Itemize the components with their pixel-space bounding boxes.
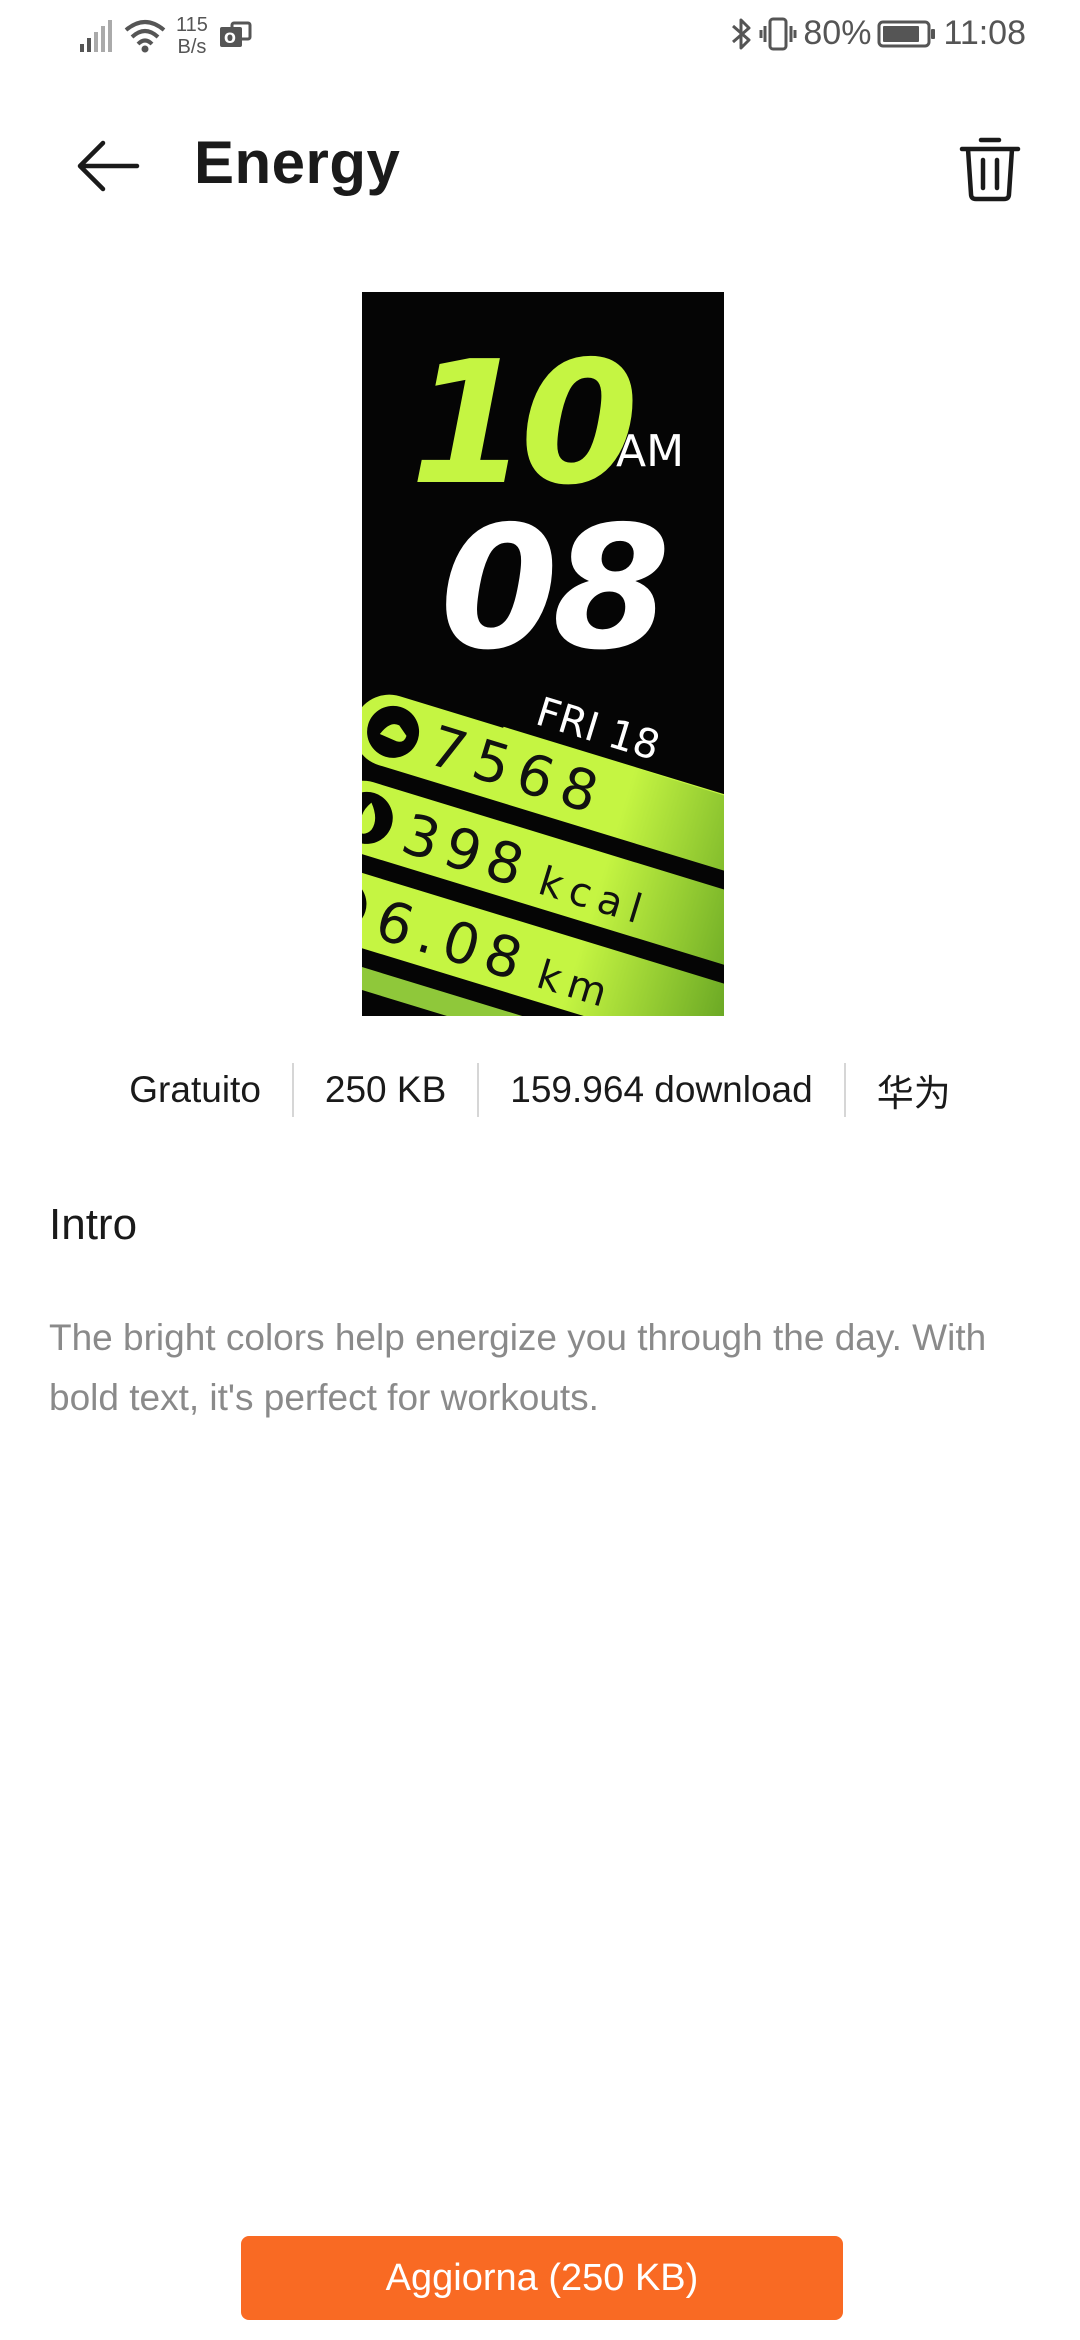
author-label: 华为 (876, 1073, 951, 1114)
arrow-left-icon (77, 140, 140, 192)
battery-percent: 80% (803, 14, 872, 52)
notification-app-icon: O (219, 21, 252, 47)
watch-ampm: AM (616, 426, 684, 477)
wifi-icon (124, 20, 166, 53)
network-speed-unit: B/s (177, 36, 207, 58)
page-title: Energy (194, 129, 401, 196)
update-button[interactable]: Aggiorna (250 KB) (241, 2236, 843, 2320)
intro-text: The bright colors help energize you thro… (49, 1317, 987, 1418)
watch-minute: 08 (440, 490, 665, 688)
vibrate-icon (759, 17, 797, 50)
app-bar: Energy (0, 100, 1080, 230)
downloads-label: 159.964 download (510, 1069, 813, 1110)
clock: 11:08 (943, 14, 1026, 52)
status-bar: 115 B/s O 80% 11:08 (0, 0, 1080, 75)
info-row: Gratuito 250 KB 159.964 download 华为 (0, 1060, 1080, 1120)
network-speed: 115 B/s (176, 14, 208, 58)
network-speed-value: 115 (176, 14, 208, 36)
watch-face-preview: 10 AM 08 FRI 18 7568 398 kcal 6.08 km (362, 292, 724, 1016)
price-label: Gratuito (129, 1069, 261, 1110)
intro-heading: Intro (49, 1200, 138, 1249)
bluetooth-icon (732, 18, 751, 49)
back-button[interactable] (60, 118, 156, 214)
size-label: 250 KB (324, 1069, 447, 1110)
cellular-signal-icon (80, 20, 112, 52)
delete-button[interactable] (940, 118, 1040, 218)
trash-icon (959, 137, 1021, 202)
battery-icon (877, 20, 936, 47)
svg-text:O: O (224, 31, 236, 47)
watch-face-graphic: 10 AM 08 FRI 18 7568 398 kcal 6.08 km (362, 325, 724, 1016)
